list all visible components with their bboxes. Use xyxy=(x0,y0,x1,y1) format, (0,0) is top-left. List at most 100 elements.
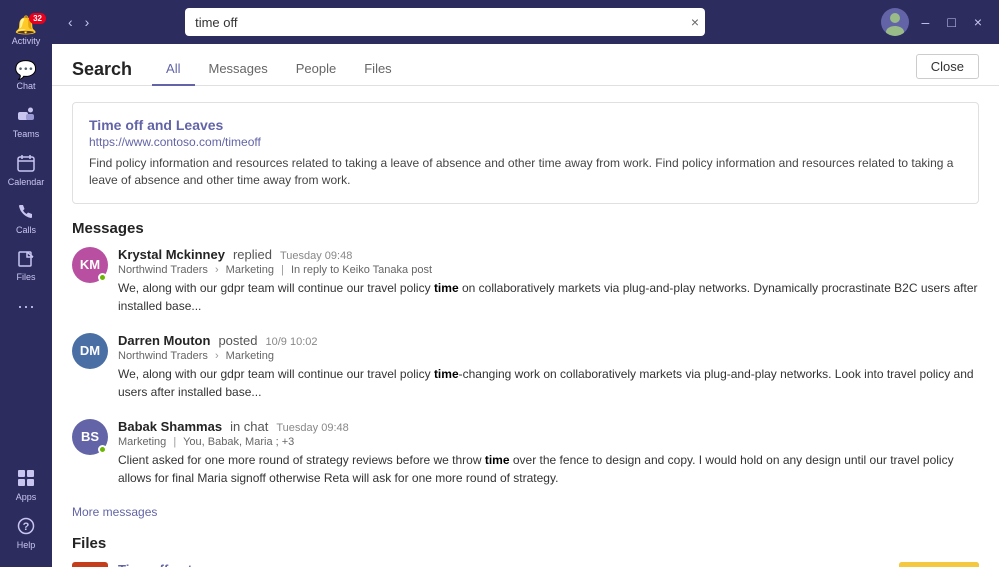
user-avatar[interactable] xyxy=(881,8,909,36)
top-result-url[interactable]: https://www.contoso.com/timeoff xyxy=(89,135,962,149)
highlight: time xyxy=(434,281,459,295)
sidebar-item-calls[interactable]: Calls xyxy=(0,194,52,242)
message-sub: Northwind Traders › Marketing xyxy=(118,350,979,362)
message-time: Tuesday 09:48 xyxy=(276,422,348,434)
message-time: 10/9 10:02 xyxy=(266,336,318,348)
msg-reply-context: You, Babak, Maria ; +3 xyxy=(183,436,294,448)
window-close-button[interactable]: × xyxy=(969,12,987,32)
sidebar-item-apps[interactable]: Apps xyxy=(0,461,52,509)
sidebar-item-teams[interactable]: Teams xyxy=(0,98,52,146)
message-text[interactable]: We, along with our gdpr team will contin… xyxy=(118,279,979,315)
message-item: DM Darren Mouton posted 10/9 10:02 North… xyxy=(72,333,979,401)
file-name[interactable]: Time off.pptx xyxy=(118,562,889,567)
forward-button[interactable]: › xyxy=(81,12,94,32)
apps-icon xyxy=(17,469,35,490)
message-action: replied xyxy=(233,247,272,262)
search-results: Time off and Leaves https://www.contoso.… xyxy=(52,86,999,567)
tab-messages[interactable]: Messages xyxy=(195,55,282,86)
file-type-icon: PPTX xyxy=(72,562,108,567)
message-action: in chat xyxy=(230,419,268,434)
chat-icon: 💬 xyxy=(15,61,37,79)
sidebar-item-files[interactable]: Files xyxy=(0,241,52,289)
message-body: Krystal Mckinney replied Tuesday 09:48 N… xyxy=(118,247,979,315)
sidebar-item-chat[interactable]: 💬 Chat xyxy=(0,53,52,98)
main-area: ‹ › × – □ × Search All Messages People F… xyxy=(52,0,999,567)
message-header: Darren Mouton posted 10/9 10:02 xyxy=(118,333,979,348)
avatar: KM xyxy=(72,247,108,283)
top-result-title[interactable]: Time off and Leaves xyxy=(89,117,962,133)
close-search-button[interactable]: Close xyxy=(916,54,979,79)
message-author: Babak Shammas xyxy=(118,419,222,434)
message-item: BS Babak Shammas in chat Tuesday 09:48 M… xyxy=(72,419,979,487)
msg-org: Marketing xyxy=(118,436,166,448)
avatar: BS xyxy=(72,419,108,455)
file-thumbnail xyxy=(899,562,979,567)
files-section-title: Files xyxy=(72,535,979,552)
sidebar-item-calendar[interactable]: Calendar xyxy=(0,146,52,194)
online-indicator xyxy=(98,445,107,454)
file-body: Time off.pptx Northwind Traders › Market… xyxy=(118,562,889,567)
msg-dept: Marketing xyxy=(226,350,274,362)
search-title: Search xyxy=(72,59,132,80)
online-indicator xyxy=(98,273,107,282)
sidebar-item-more[interactable]: ··· xyxy=(0,289,52,324)
tab-all[interactable]: All xyxy=(152,55,194,86)
search-input[interactable] xyxy=(185,8,705,36)
activity-badge: 32 xyxy=(29,13,46,24)
tab-files[interactable]: Files xyxy=(350,55,405,86)
sidebar-label-chat: Chat xyxy=(16,82,35,92)
maximize-button[interactable]: □ xyxy=(942,12,960,32)
search-bar-wrapper: × xyxy=(185,8,705,36)
sidebar-item-activity[interactable]: 🔔 Activity 32 xyxy=(0,8,52,53)
search-tabs: All Messages People Files xyxy=(152,54,406,85)
top-result-card: Time off and Leaves https://www.contoso.… xyxy=(72,102,979,204)
calendar-icon xyxy=(17,154,35,175)
msg-dept: Marketing xyxy=(226,264,274,276)
sidebar: 🔔 Activity 32 💬 Chat Teams Calendar Call… xyxy=(0,0,52,567)
topbar: ‹ › × – □ × xyxy=(52,0,999,44)
message-sub: Marketing | You, Babak, Maria ; +3 xyxy=(118,436,979,448)
sidebar-label-teams: Teams xyxy=(13,130,40,140)
more-icon: ··· xyxy=(17,297,35,315)
svg-text:?: ? xyxy=(23,521,30,533)
back-button[interactable]: ‹ xyxy=(64,12,77,32)
topbar-right: – □ × xyxy=(881,8,987,36)
sidebar-label-files: Files xyxy=(16,273,35,283)
msg-reply-context: In reply to Keiko Tanaka post xyxy=(291,264,432,276)
top-result-description: Find policy information and resources re… xyxy=(89,155,962,189)
sidebar-label-apps: Apps xyxy=(16,493,37,503)
message-header: Krystal Mckinney replied Tuesday 09:48 xyxy=(118,247,979,262)
file-item: PPTX Time off.pptx Northwind Traders › M… xyxy=(72,562,979,567)
calls-icon xyxy=(17,202,35,223)
message-sub: Northwind Traders › Marketing | In reply… xyxy=(118,264,979,276)
teams-icon xyxy=(17,106,35,127)
msg-org: Northwind Traders xyxy=(118,350,208,362)
nav-arrows: ‹ › xyxy=(64,12,93,32)
sidebar-label-calendar: Calendar xyxy=(8,178,45,188)
message-action: posted xyxy=(218,333,257,348)
sidebar-label-calls: Calls xyxy=(16,226,36,236)
more-messages-link[interactable]: More messages xyxy=(72,505,979,519)
search-clear-button[interactable]: × xyxy=(691,15,699,29)
message-time: Tuesday 09:48 xyxy=(280,250,352,262)
sidebar-item-help[interactable]: ? Help xyxy=(0,509,52,557)
tab-people[interactable]: People xyxy=(282,55,350,86)
message-text[interactable]: Client asked for one more round of strat… xyxy=(118,451,979,487)
message-author: Darren Mouton xyxy=(118,333,210,348)
avatar: DM xyxy=(72,333,108,369)
sidebar-label-help: Help xyxy=(17,541,36,551)
highlight: time xyxy=(485,453,510,467)
message-text[interactable]: We, along with our gdpr team will contin… xyxy=(118,365,979,401)
message-author: Krystal Mckinney xyxy=(118,247,225,262)
highlight: time xyxy=(434,367,459,381)
message-body: Darren Mouton posted 10/9 10:02 Northwin… xyxy=(118,333,979,401)
sidebar-label-activity: Activity xyxy=(12,37,41,47)
msg-org: Northwind Traders xyxy=(118,264,208,276)
message-body: Babak Shammas in chat Tuesday 09:48 Mark… xyxy=(118,419,979,487)
message-item: KM Krystal Mckinney replied Tuesday 09:4… xyxy=(72,247,979,315)
minimize-button[interactable]: – xyxy=(917,12,935,32)
help-icon: ? xyxy=(17,517,35,538)
files-icon xyxy=(17,249,35,270)
message-header: Babak Shammas in chat Tuesday 09:48 xyxy=(118,419,979,434)
messages-section-title: Messages xyxy=(72,220,979,237)
